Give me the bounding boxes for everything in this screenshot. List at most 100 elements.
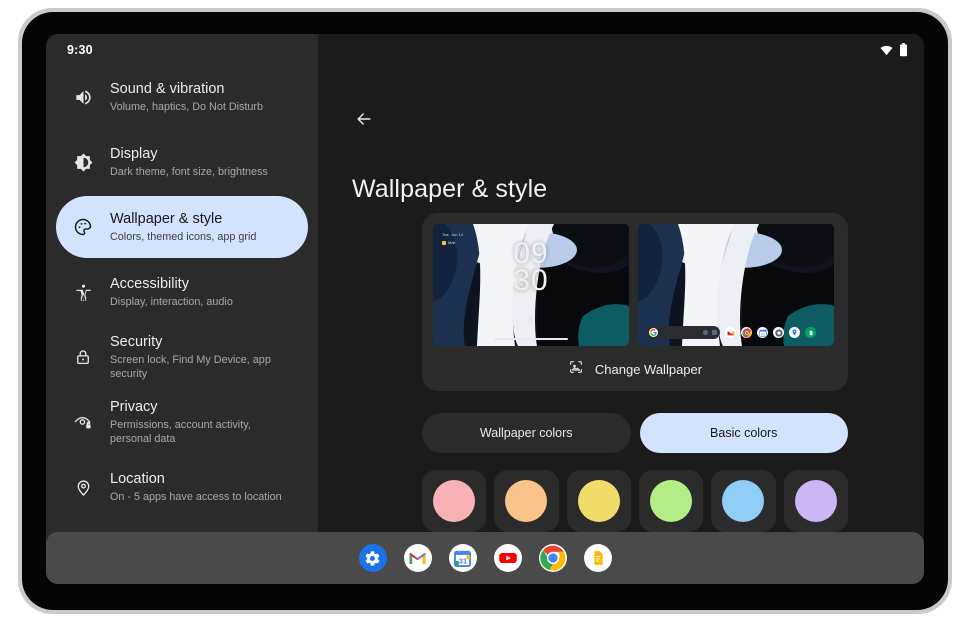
device-bezel: 9:30 Sound & vibration Volume, haptics, … [22,12,948,610]
mic-icon [703,330,708,335]
accessibility-icon [70,283,96,302]
page-title: Wallpaper & style [352,175,548,203]
privacy-eye-icon [70,412,96,432]
sidebar-item-location[interactable]: Location On - 5 apps have access to loca… [56,456,308,518]
status-bar-clock: 9:30 [67,43,93,57]
sidebar-item-title: Accessibility [110,276,189,292]
back-arrow-icon [354,109,374,134]
clock-hours: 09 [513,237,549,270]
sidebar-item-title: Sound & vibration [110,81,225,97]
sidebar-nav-list: Sound & vibration Volume, haptics, Do No… [46,66,318,584]
brightness-icon [70,153,96,172]
swatch-green[interactable] [638,470,704,532]
lockscreen-notification-label: Mail [448,240,456,245]
wallpaper-preview-row: Tue, Jun 14 Mail 09 30 31 [433,224,837,346]
maps-icon[interactable] [789,327,800,338]
photos-icon[interactable] [773,327,784,338]
lockscreen-notification-chip: Mail [442,240,463,246]
lockscreen-notification: Tue, Jun 14 Mail [442,232,463,246]
sidebar-item-title: Display [110,146,158,162]
clock-minutes: 30 [513,264,549,297]
screen: 9:30 Sound & vibration Volume, haptics, … [46,34,924,584]
color-source-tabs: Wallpaper colors Basic colors [422,413,848,453]
sidebar-item-subtitle: Display, interaction, audio [110,296,233,308]
sidebar-item-security[interactable]: Security Screen lock, Find My Device, ap… [56,326,308,388]
google-g-icon [649,328,658,337]
sidebar-item-subtitle: On - 5 apps have access to location [110,491,282,503]
battery-icon [899,43,908,62]
palette-icon [70,217,96,237]
youtube-icon[interactable] [493,544,522,572]
image-icon [568,359,584,380]
home-indicator-bar [494,338,568,340]
sidebar-item-text: Accessibility Display, interaction, audi… [110,275,233,309]
swatch-purple-dot [794,480,837,522]
sidebar-item-subtitle: Volume, haptics, Do Not Disturb [110,101,264,113]
calendar-icon[interactable]: 31 [757,327,768,338]
location-pin-icon [70,478,96,497]
color-swatch-row [422,470,848,532]
tab-basic-colors[interactable]: Basic colors [639,413,848,453]
chrome-icon[interactable] [741,327,752,338]
swatch-green-dot [650,480,693,522]
sidebar-item-subtitle: Dark theme, font size, brightness [110,166,268,178]
swatch-blue[interactable] [711,470,776,532]
home-dock: 31 [646,326,826,339]
status-bar-icons [880,43,908,62]
settings-sidebar: 9:30 Sound & vibration Volume, haptics, … [46,34,318,584]
sidebar-item-accessibility[interactable]: Accessibility Display, interaction, audi… [56,261,308,323]
back-button[interactable] [351,108,377,134]
swatch-pink[interactable] [422,470,487,532]
swatch-orange-dot [505,480,548,522]
change-wallpaper-label: Change Wallpaper [594,361,703,377]
svg-text:31: 31 [459,556,467,565]
sidebar-item-display[interactable]: Display Dark theme, font size, brightnes… [56,131,308,193]
swatch-yellow-dot [577,480,620,522]
tablet-device-frame: 9:30 Sound & vibration Volume, haptics, … [18,8,952,614]
sidebar-item-title: Location [110,471,165,487]
chrome-icon[interactable] [538,544,567,572]
swatch-blue-dot [722,480,765,522]
sidebar-item-text: Sound & vibration Volume, haptics, Do No… [110,80,263,114]
sidebar-item-sound-vibration[interactable]: Sound & vibration Volume, haptics, Do No… [56,66,308,128]
tab-wallpaper-colors[interactable]: Wallpaper colors [422,413,631,453]
lock-icon [70,348,96,366]
sidebar-item-text: Wallpaper & style Colors, themed icons, … [110,210,256,244]
swatch-orange[interactable] [494,470,559,532]
sidebar-item-wallpaper-style[interactable]: Wallpaper & style Colors, themed icons, … [56,196,308,258]
change-wallpaper-button[interactable]: Change Wallpaper [422,347,848,391]
keep-icon[interactable] [805,327,816,338]
home-screen-preview[interactable]: 31 [638,224,834,346]
sidebar-item-subtitle: Colors, themed icons, app grid [110,231,257,243]
taskbar: 31 [46,532,924,584]
sidebar-item-title: Privacy [110,399,158,415]
sidebar-item-subtitle: Screen lock, Find My Device, app securit… [110,354,271,380]
sidebar-item-text: Location On - 5 apps have access to loca… [110,470,282,504]
wifi-icon [880,44,893,62]
volume-icon [70,88,96,107]
calendar-icon[interactable]: 31 [448,544,477,572]
swatch-purple[interactable] [783,470,848,532]
swatch-pink-dot [433,480,476,522]
lockscreen-clock: 09 30 [513,237,549,297]
lock-icon [528,311,535,329]
sidebar-item-subtitle: Permissions, account activity, personal … [110,419,251,445]
tab-wallpaper-colors-label: Wallpaper colors [479,426,573,440]
wallpaper-preview-card: Tue, Jun 14 Mail 09 30 31 Change Wallpap… [422,213,848,391]
tab-basic-colors-label: Basic colors [710,426,778,440]
sidebar-item-text: Privacy Permissions, account activity, p… [110,398,294,446]
lockscreen-date: Tue, Jun 14 [442,232,463,237]
sidebar-item-text: Display Dark theme, font size, brightnes… [110,145,268,179]
sidebar-item-title: Wallpaper & style [110,211,223,227]
notification-dot-icon [442,241,446,245]
google-search-pill[interactable] [646,326,720,339]
settings-icon[interactable] [358,544,387,572]
wallpaper-style-page: Wallpaper & style Tue, Jun 14 Mail 09 30… [318,34,924,584]
keep-icon[interactable] [583,544,612,572]
lens-icon [712,330,717,335]
swatch-yellow[interactable] [566,470,631,532]
gmail-icon[interactable] [403,544,432,572]
gmail-icon[interactable] [725,327,736,338]
sidebar-item-privacy[interactable]: Privacy Permissions, account activity, p… [56,391,308,453]
lock-screen-preview[interactable]: Tue, Jun 14 Mail 09 30 [433,224,629,346]
